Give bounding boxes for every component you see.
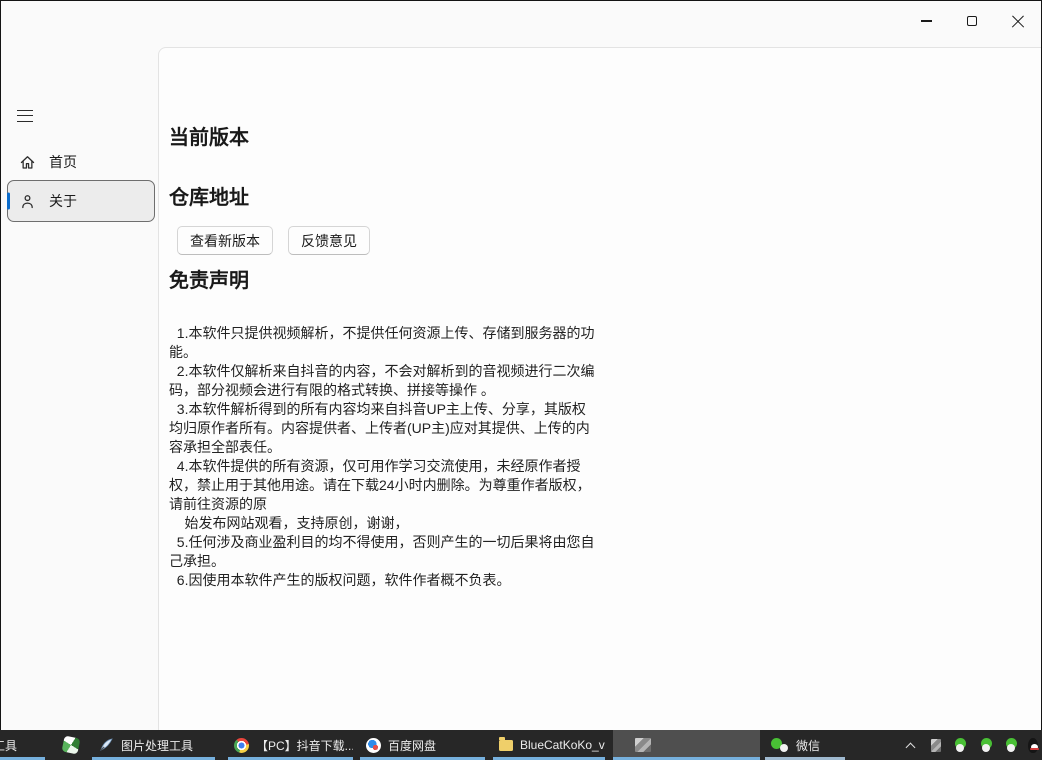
person-icon — [19, 193, 36, 210]
hamburger-button[interactable] — [14, 104, 42, 128]
feedback-button[interactable]: 反馈意见 — [288, 226, 370, 255]
taskbar-item-focused[interactable] — [613, 730, 760, 760]
taskbar-item-bluecatkoko[interactable]: BlueCatKoKo_v... — [493, 730, 605, 760]
sidebar-item-label: 首页 — [49, 152, 77, 172]
taskbar-item-label: BlueCatKoKo_v... — [520, 738, 605, 752]
taskbar-item-pinned[interactable] — [55, 730, 87, 760]
taskbar-item-baidu-netdisk[interactable]: 百度网盘 — [360, 730, 485, 760]
qq-icon — [1028, 738, 1038, 753]
taskbar: 工具 图片处理工具 【PC】抖音下载... 百度网盘 BlueCatKoKo_v… — [0, 730, 1042, 760]
maximize-button[interactable] — [949, 1, 995, 41]
wechat-icon — [981, 737, 991, 753]
tray-wechat-button-3[interactable] — [1000, 730, 1022, 760]
tray-qq-button[interactable] — [1022, 730, 1042, 760]
taskbar-item-chrome[interactable]: 【PC】抖音下载... — [228, 730, 353, 760]
sidebar-item-about[interactable]: 关于 — [7, 180, 155, 222]
app-window: 首页 关于 当前版本 仓库地址 查看新版本 反馈意见 免责声明 1.本软件只提供… — [1, 1, 1041, 730]
close-icon — [1011, 14, 1025, 28]
chevron-up-icon — [905, 742, 915, 752]
titlebar — [1, 1, 1041, 47]
tray-wechat-button-2[interactable] — [975, 730, 997, 760]
folder-icon — [499, 740, 513, 751]
taskbar-item-label: 微信 — [796, 737, 820, 754]
hamburger-icon — [17, 110, 33, 122]
taskbar-item-label: 工具 — [0, 737, 17, 754]
taskbar-item-image-tool[interactable]: 图片处理工具 — [92, 730, 215, 760]
taskbar-item-label: 图片处理工具 — [121, 737, 193, 754]
heading-current-version: 当前版本 — [169, 128, 1021, 148]
selection-indicator — [7, 193, 10, 210]
maximize-icon — [967, 16, 977, 26]
heading-disclaimer: 免责声明 — [169, 271, 1021, 291]
taskbar-item-label: 【PC】抖音下载... — [256, 737, 353, 754]
home-icon — [19, 154, 36, 171]
heading-repo-address: 仓库地址 — [169, 188, 1021, 208]
main-content: 当前版本 仓库地址 查看新版本 反馈意见 免责声明 1.本软件只提供视频解析，不… — [158, 47, 1041, 730]
button-row: 查看新版本 反馈意见 — [177, 226, 1021, 255]
wechat-icon — [771, 737, 789, 753]
sidebar-item-label: 关于 — [49, 191, 77, 211]
wechat-icon — [955, 737, 965, 753]
minimize-icon — [921, 20, 932, 21]
check-new-version-button[interactable]: 查看新版本 — [177, 226, 273, 255]
minimize-button[interactable] — [903, 1, 949, 41]
pinwheel-icon — [62, 736, 81, 755]
chrome-icon — [234, 738, 249, 753]
taskbar-item-wechat[interactable]: 微信 — [765, 730, 845, 760]
disclaimer-text: 1.本软件只提供视频解析，不提供任何资源上传、存储到服务器的功 能。 2.本软件… — [169, 324, 1021, 590]
baidu-netdisk-icon — [366, 738, 381, 753]
thumbnail-icon — [635, 738, 651, 752]
thumbnail-icon — [931, 739, 941, 752]
quill-icon — [98, 737, 114, 753]
tray-thumbnail-button[interactable] — [925, 730, 947, 760]
sidebar-item-home[interactable]: 首页 — [7, 143, 155, 181]
close-button[interactable] — [995, 1, 1041, 41]
taskbar-item-partial[interactable]: 工具 — [0, 730, 45, 760]
sidebar: 首页 关于 — [1, 47, 158, 730]
taskbar-item-label: 百度网盘 — [388, 737, 436, 754]
tray-chevron-button[interactable] — [899, 730, 921, 760]
wechat-icon — [1006, 737, 1016, 753]
tray-wechat-button-1[interactable] — [949, 730, 971, 760]
